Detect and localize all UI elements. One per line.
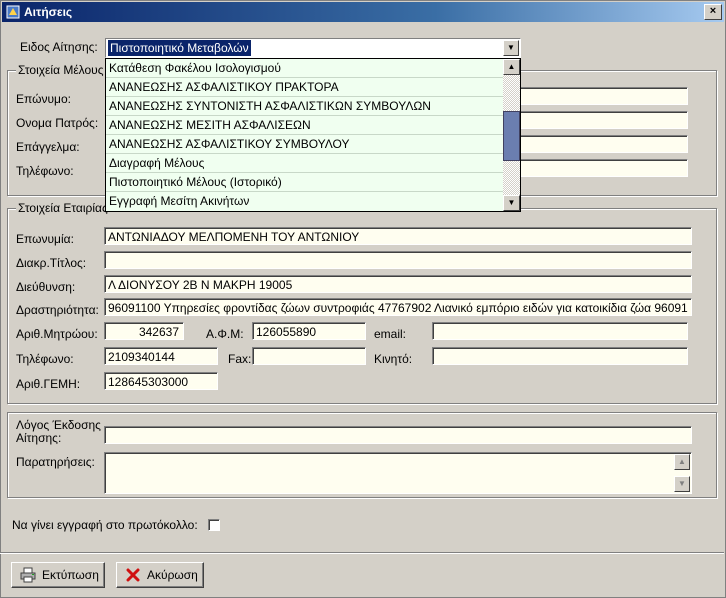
dropdown-scrollbar[interactable]: ▲ ▼ bbox=[503, 59, 520, 211]
window-title: Αιτήσεις bbox=[24, 5, 73, 19]
company-name-field[interactable]: ΑΝΤΩΝΙΑΔΟΥ ΜΕΛΠΟΜΕΝΗ ΤΟΥ ΑΝΤΩΝΙΟΥ bbox=[104, 227, 692, 245]
print-button[interactable]: Εκτύπωση bbox=[11, 562, 105, 588]
company-group-title: Στοιχεία Εταιρίας bbox=[16, 201, 110, 215]
app-icon bbox=[6, 5, 20, 19]
email-field[interactable] bbox=[432, 322, 688, 340]
fax-label: Fax: bbox=[228, 352, 252, 366]
gemi-label: Αριθ.ΓΕΜΗ: bbox=[16, 377, 81, 391]
father-name-field[interactable] bbox=[518, 111, 688, 129]
notes-scroll-down-icon[interactable]: ▼ bbox=[674, 476, 690, 492]
request-type-dropdown-list[interactable]: Κατάθεση Φακέλου Ισολογισμού ΑΝΑΝΕΩΣΗΣ Α… bbox=[105, 58, 521, 212]
reason-label-line1: Λόγος Έκδοσης bbox=[16, 418, 101, 432]
scroll-thumb[interactable] bbox=[503, 111, 520, 161]
address-label: Διεύθυνση: bbox=[16, 280, 76, 294]
member-phone-field[interactable] bbox=[518, 159, 688, 177]
member-phone-label: Τηλέφωνο: bbox=[16, 164, 74, 178]
cancel-x-icon bbox=[126, 568, 140, 582]
gemi-field[interactable]: 128645303000 bbox=[104, 372, 218, 390]
chevron-down-icon[interactable]: ▼ bbox=[503, 40, 519, 56]
distinct-title-field[interactable] bbox=[104, 251, 692, 269]
reason-label-line2: Αίτησης: bbox=[16, 431, 62, 445]
surname-label: Επώνυμο: bbox=[16, 92, 71, 106]
notes-textarea[interactable] bbox=[104, 452, 692, 494]
protocol-checkbox[interactable] bbox=[208, 519, 220, 531]
bottom-separator bbox=[0, 552, 724, 554]
member-group-title: Στοιχεία Μέλους bbox=[16, 63, 106, 77]
registry-number-field[interactable]: 342637 bbox=[104, 322, 184, 340]
company-phone-field[interactable]: 2109340144 bbox=[104, 347, 218, 365]
company-name-label: Επωνυμία: bbox=[16, 232, 74, 246]
afm-label: Α.Φ.Μ: bbox=[206, 327, 244, 341]
company-phone-label: Τηλέφωνο: bbox=[16, 352, 74, 366]
request-type-selected: Πιστοποιητικό Μεταβολών bbox=[108, 40, 251, 56]
scroll-up-icon[interactable]: ▲ bbox=[503, 59, 520, 75]
email-label: email: bbox=[374, 327, 407, 341]
dropdown-option[interactable]: Εγγραφή Μεσίτη Ακινήτων bbox=[106, 192, 503, 211]
dropdown-option[interactable]: ΑΝΑΝΕΩΣΗΣ ΑΣΦΑΛΙΣΤΙΚΟΥ ΣΥΜΒΟΥΛΟΥ bbox=[106, 135, 503, 154]
mobile-label: Κινητό: bbox=[374, 352, 413, 366]
surname-field[interactable] bbox=[518, 87, 688, 105]
mobile-field[interactable] bbox=[432, 347, 688, 365]
cancel-button[interactable]: Ακύρωση bbox=[116, 562, 204, 588]
title-bar: Αιτήσεις × bbox=[2, 2, 724, 22]
printer-icon bbox=[20, 567, 36, 583]
dropdown-option[interactable]: ΑΝΑΝΕΩΣΗΣ ΣΥΝΤΟΝΙΣΤΗ ΑΣΦΑΛΙΣΤΙΚΩΝ ΣΥΜΒΟΥ… bbox=[106, 97, 503, 116]
distinct-title-label: Διακρ.Τίτλος: bbox=[16, 256, 87, 270]
reason-field[interactable] bbox=[104, 426, 692, 444]
dropdown-option[interactable]: Πιστοποιητικό Μέλους (Ιστορικό) bbox=[106, 173, 503, 192]
print-button-label: Εκτύπωση bbox=[42, 568, 99, 582]
request-type-label: Ειδος Αίτησης: bbox=[20, 40, 98, 54]
afm-field[interactable]: 126055890 bbox=[252, 322, 366, 340]
notes-label: Παρατηρήσεις: bbox=[16, 455, 95, 469]
close-button[interactable]: × bbox=[704, 4, 722, 20]
request-type-combobox[interactable]: Πιστοποιητικό Μεταβολών ▼ bbox=[105, 38, 521, 58]
registry-number-label: Αριθ.Μητρώου: bbox=[16, 327, 98, 341]
dropdown-option[interactable]: ΑΝΑΝΕΩΣΗΣ ΜΕΣΙΤΗ ΑΣΦΑΛΙΣΕΩΝ bbox=[106, 116, 503, 135]
scroll-down-icon[interactable]: ▼ bbox=[503, 195, 520, 211]
cancel-button-label: Ακύρωση bbox=[147, 568, 198, 582]
dropdown-option[interactable]: Διαγραφή Μέλους bbox=[106, 154, 503, 173]
dropdown-option[interactable]: Κατάθεση Φακέλου Ισολογισμού bbox=[106, 59, 503, 78]
activity-label: Δραστηριότητα: bbox=[16, 303, 99, 317]
father-name-label: Ονομα Πατρός: bbox=[16, 116, 99, 130]
profession-field[interactable] bbox=[518, 135, 688, 153]
notes-scroll-up-icon[interactable]: ▲ bbox=[674, 454, 690, 470]
fax-field[interactable] bbox=[252, 347, 366, 365]
profession-label: Επάγγελμα: bbox=[16, 140, 80, 154]
protocol-label: Να γίνει εγγραφή στο πρωτόκολλο: bbox=[12, 518, 198, 532]
dropdown-option[interactable]: ΑΝΑΝΕΩΣΗΣ ΑΣΦΑΛΙΣΤΙΚΟΥ ΠΡΑΚΤΟΡΑ bbox=[106, 78, 503, 97]
activity-field[interactable]: 96091100 Υπηρεσίες φροντίδας ζώων συντρο… bbox=[104, 298, 692, 316]
address-field[interactable]: Λ ΔΙΟΝΥΣΟΥ 2Β Ν ΜΑΚΡΗ 19005 bbox=[104, 275, 692, 293]
